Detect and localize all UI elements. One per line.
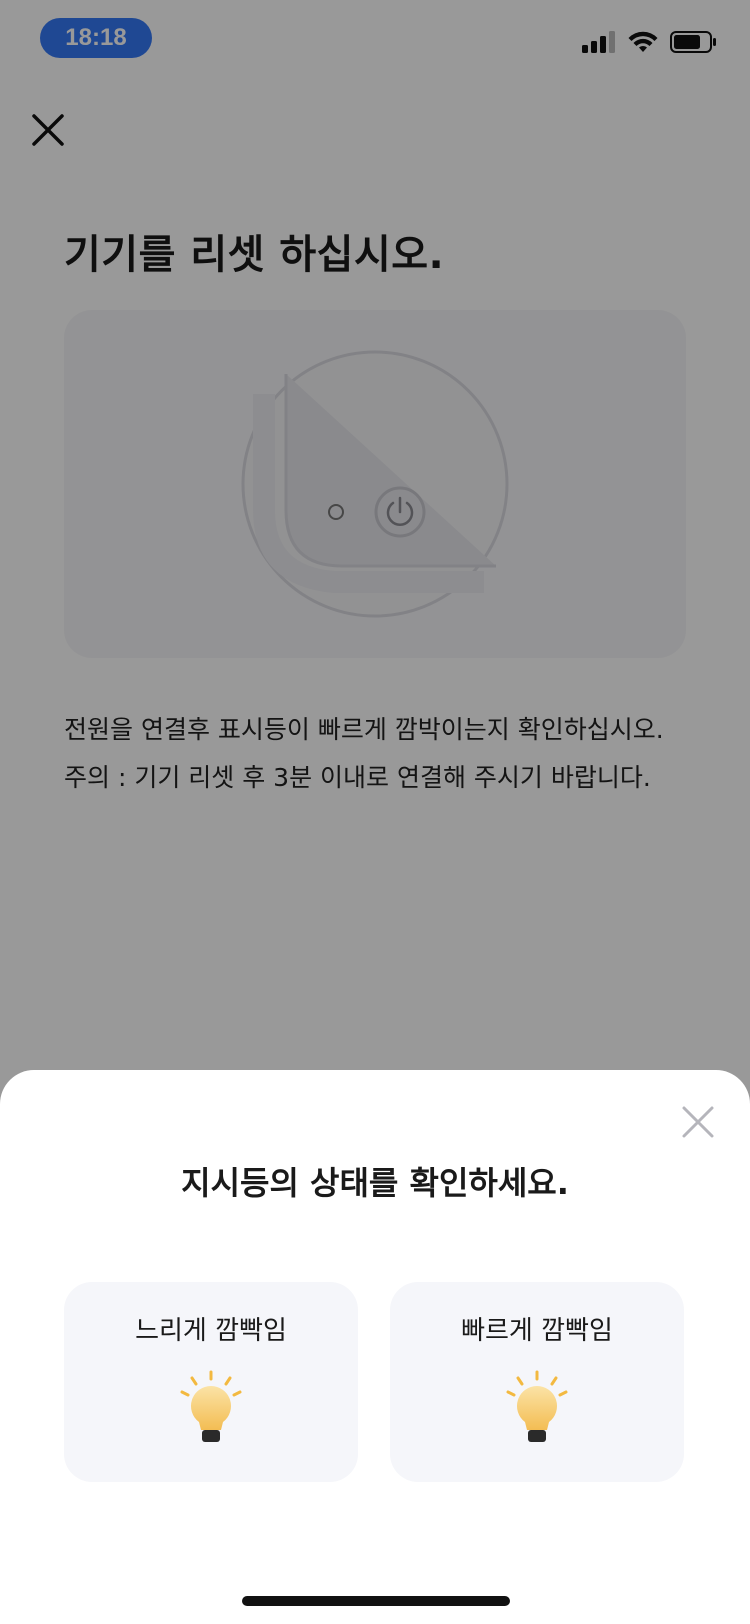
reset-device-screen: 18:18 기기를 리셋 하십시오. 전원을 연결후 표시등이 빠르게 깜박이는… <box>0 0 750 1624</box>
lightbulb-icon <box>180 1370 242 1442</box>
option-slow-blink[interactable]: 느리게 깜빡임 <box>64 1282 358 1482</box>
option-fast-blink-label: 빠르게 깜빡임 <box>461 1316 613 1346</box>
home-indicator[interactable] <box>242 1596 510 1606</box>
sheet-close-icon[interactable] <box>680 1104 716 1140</box>
option-fast-blink[interactable]: 빠르게 깜빡임 <box>390 1282 684 1482</box>
sheet-title: 지시등의 상태를 확인하세요. <box>181 1164 569 1202</box>
option-slow-blink-label: 느리게 깜빡임 <box>135 1316 287 1346</box>
lightbulb-icon <box>506 1370 568 1442</box>
